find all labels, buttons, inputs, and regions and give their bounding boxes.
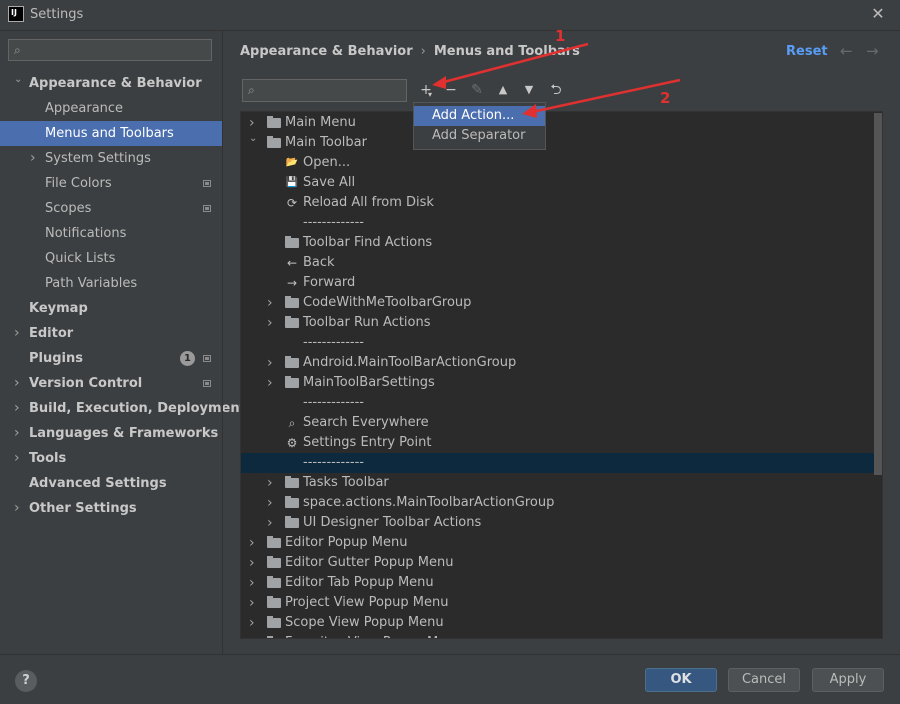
annotation-label-2: 2 — [660, 89, 671, 107]
cancel-button[interactable]: Cancel — [728, 668, 800, 692]
annotation-arrowhead-1 — [432, 76, 446, 89]
annotation-overlay — [432, 42, 681, 118]
ok-button[interactable]: OK — [645, 668, 717, 692]
annotation-arrow-2 — [531, 78, 681, 114]
annotation-arrow-1 — [439, 42, 589, 85]
annotation-label-1: 1 — [555, 27, 566, 45]
apply-button[interactable]: Apply — [812, 668, 884, 692]
help-button[interactable]: ? — [15, 670, 37, 692]
annotation-arrowhead-2 — [522, 104, 537, 118]
